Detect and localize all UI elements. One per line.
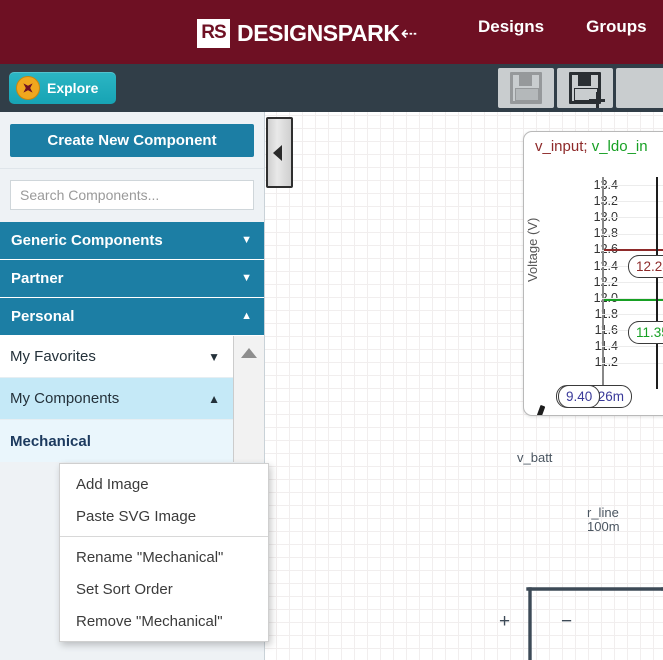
compass-icon [16,76,40,100]
sidebar-item-my-favorites[interactable]: My Favorites ▼ [0,336,234,378]
save-button-group [498,68,663,108]
context-menu-item-set-sort-order[interactable]: Set Sort Order [60,573,268,605]
save-as-icon [569,72,605,108]
battery-minus-label: − [561,611,573,632]
net-label-v-batt: v_batt [517,450,553,465]
accordion-label: Personal [11,308,75,325]
context-menu-item-remove[interactable]: Remove "Mechanical" [60,605,268,637]
chart-title-series-2: v_ldo_in [591,138,648,155]
explore-button[interactable]: Explore [9,72,116,104]
chevron-left-icon [273,144,282,161]
sidebar-item-label: Mechanical [10,432,91,450]
waveform-chart-panel[interactable]: v_input; v_ldo_in Voltage (V) 13.4 13.2 … [523,131,663,416]
resistor-value-label: 100m [587,519,620,534]
chevron-up-icon: ▲ [208,391,220,406]
accordion-label: Partner [11,270,64,287]
chart-y-axis-label: Voltage (V) [525,217,540,282]
nav-item-designs[interactable]: Designs [478,17,544,37]
sidebar-item-my-components[interactable]: My Components ▲ [0,378,234,420]
context-menu-item-paste-svg-image[interactable]: Paste SVG Image [60,500,268,532]
save-button[interactable] [498,68,554,108]
toolbar-button-extra[interactable] [616,68,663,108]
context-menu: Add Image Paste SVG Image Rename "Mechan… [59,463,269,642]
accordion-partner[interactable]: Partner ▼ [0,260,264,298]
search-wrap [0,169,264,222]
context-menu-item-rename[interactable]: Rename "Mechanical" [60,541,268,573]
chart-cursor[interactable] [656,177,658,389]
chart-plot-area[interactable]: 12.287 11.358 [602,177,663,389]
nav-item-groups[interactable]: Groups [586,17,646,37]
personal-sublist: My Favorites ▼ My Components ▲ Mechanica… [0,336,264,462]
chevron-down-icon: ▼ [241,234,252,246]
annotation-v-input: 12.287 [628,255,663,278]
create-new-component-button[interactable]: Create New Component [10,124,254,157]
save-as-button[interactable] [557,68,613,108]
sidebar-item-label: My Components [10,390,120,407]
annotation-v-ldo-in: 11.358 [628,321,663,344]
collapse-panel-handle[interactable] [266,117,293,188]
chevron-down-icon: ▼ [208,349,220,364]
chart-title-series-1: v_input; [535,138,588,155]
search-input[interactable] [10,180,254,210]
trace-v-input [604,249,663,251]
save-icon [510,72,542,104]
main-nav: Designs Groups [478,17,647,37]
resistor-name-label: r_line [587,505,619,520]
chart-y-axis [602,177,604,389]
accordion-label: Generic Components [11,232,163,249]
sidebar-scrollbar[interactable] [233,336,264,462]
context-menu-separator [60,536,268,537]
designspark-wordmark: DESIGNSPARK [237,19,400,46]
sidebar-item-label: My Favorites [10,348,96,365]
battery-plus-label: + [499,611,511,632]
designspark-logo[interactable]: RS DESIGNSPARK ⇠ [197,18,417,48]
scroll-up-arrow-icon[interactable] [241,348,257,358]
chevron-down-icon: ▼ [241,272,252,284]
chart-cursor-labels: 19.7426m 9.40 [556,385,633,408]
trace-v-ldo-in [604,299,663,301]
rs-logo-mark: RS [197,18,230,48]
context-menu-item-add-image[interactable]: Add Image [60,468,268,500]
accordion-generic-components[interactable]: Generic Components ▼ [0,222,264,260]
sidebar-item-mechanical[interactable]: Mechanical [0,420,234,462]
app-toolbar: Explore [0,64,663,112]
explore-button-label: Explore [47,80,99,96]
brand-bar: RS DESIGNSPARK ⇠ Designs Groups [0,0,663,64]
cursor-time-label-2: 9.40 [558,385,601,408]
chart-title: v_input; v_ldo_in [535,138,648,155]
logo-arrow-icon: ⇠ [400,23,418,45]
accordion-personal[interactable]: Personal ▲ [0,298,264,336]
designspark-app: RS DESIGNSPARK ⇠ Designs Groups Explore [0,0,663,660]
create-component-wrap: Create New Component [0,112,264,168]
chevron-up-icon: ▲ [241,310,252,322]
